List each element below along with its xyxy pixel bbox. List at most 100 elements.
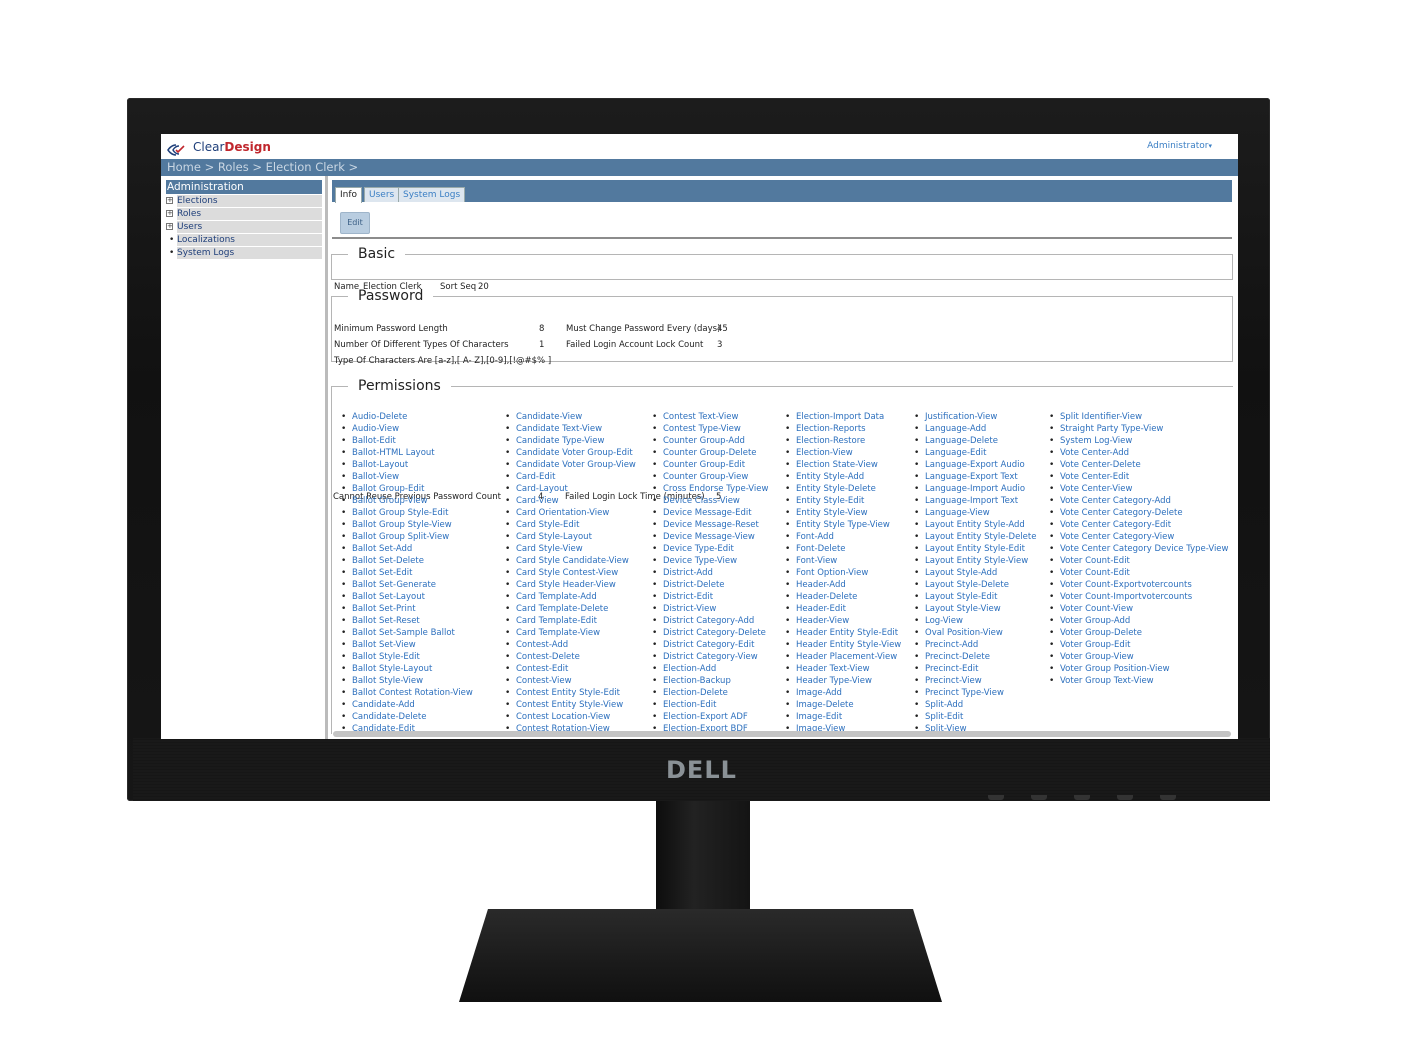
permission-link[interactable]: Ballot Contest Rotation-View <box>334 687 473 699</box>
permission-link[interactable]: Font Option-View <box>778 567 901 579</box>
permission-link[interactable]: Voter Group Text-View <box>1042 675 1229 687</box>
permission-link[interactable]: Header-View <box>778 615 901 627</box>
horizontal-scrollbar[interactable] <box>333 731 1231 737</box>
permission-link[interactable]: Voter Group-Delete <box>1042 627 1229 639</box>
permission-link[interactable]: Precinct Type-View <box>907 687 1036 699</box>
permission-link[interactable]: District-View <box>645 603 768 615</box>
permission-link[interactable]: Precinct-Edit <box>907 663 1036 675</box>
permission-link[interactable]: Precinct-View <box>907 675 1036 687</box>
permission-link[interactable]: Ballot Style-Edit <box>334 651 473 663</box>
permission-link[interactable]: Election-Add <box>645 663 768 675</box>
breadcrumb-roles[interactable]: Roles <box>218 160 249 174</box>
permission-link[interactable]: Vote Center Category Device Type-View <box>1042 543 1229 555</box>
breadcrumb-election-clerk[interactable]: Election Clerk <box>266 160 345 174</box>
permission-link[interactable]: Counter Group-Add <box>645 435 768 447</box>
permission-link[interactable]: Card Template-Add <box>498 591 636 603</box>
permission-link[interactable]: Device Message-Edit <box>645 507 768 519</box>
permission-link[interactable]: Layout Style-Edit <box>907 591 1036 603</box>
permission-link[interactable]: District Category-Add <box>645 615 768 627</box>
permission-link[interactable]: Language-View <box>907 507 1036 519</box>
permission-link[interactable]: Contest Entity Style-Edit <box>498 687 636 699</box>
permission-link[interactable]: Header Text-View <box>778 663 901 675</box>
permission-link[interactable]: Precinct-Delete <box>907 651 1036 663</box>
permission-link[interactable]: Candidate Voter Group-Edit <box>498 447 636 459</box>
permission-link[interactable]: Layout Entity Style-View <box>907 555 1036 567</box>
permission-link[interactable]: Device Message-Reset <box>645 519 768 531</box>
permission-link[interactable]: Layout Style-Add <box>907 567 1036 579</box>
permission-link[interactable]: Card Style Contest-View <box>498 567 636 579</box>
permission-link[interactable]: Card Template-Delete <box>498 603 636 615</box>
permission-link[interactable]: Contest-Delete <box>498 651 636 663</box>
permission-link[interactable]: Voter Group-Add <box>1042 615 1229 627</box>
permission-link[interactable]: Election-Reports <box>778 423 901 435</box>
permission-link[interactable]: Card-Layout <box>498 483 636 495</box>
permission-link[interactable]: Header Type-View <box>778 675 901 687</box>
permission-link[interactable]: Election-Delete <box>645 687 768 699</box>
permission-link[interactable]: Card-View <box>498 495 636 507</box>
permission-link[interactable]: Counter Group-View <box>645 471 768 483</box>
permission-link[interactable]: Cross Endorse Type-View <box>645 483 768 495</box>
permission-link[interactable]: Log-View <box>907 615 1036 627</box>
permission-link[interactable]: Candidate Type-View <box>498 435 636 447</box>
sidebar-item-localizations[interactable]: • Localizations <box>166 234 322 246</box>
permission-link[interactable]: Ballot Set-Add <box>334 543 473 555</box>
permission-link[interactable]: Vote Center Category-View <box>1042 531 1229 543</box>
permission-link[interactable]: District-Delete <box>645 579 768 591</box>
permission-link[interactable]: Ballot-Layout <box>334 459 473 471</box>
permission-link[interactable]: Card Template-View <box>498 627 636 639</box>
permission-link[interactable]: Layout Style-Delete <box>907 579 1036 591</box>
permission-link[interactable]: Header Entity Style-View <box>778 639 901 651</box>
permission-link[interactable]: Voter Count-Edit <box>1042 567 1229 579</box>
permission-link[interactable]: Device Class-View <box>645 495 768 507</box>
permission-link[interactable]: Header-Add <box>778 579 901 591</box>
permission-link[interactable]: Language-Edit <box>907 447 1036 459</box>
permission-link[interactable]: Counter Group-Delete <box>645 447 768 459</box>
permission-link[interactable]: Entity Style-Add <box>778 471 901 483</box>
permission-link[interactable]: Language-Add <box>907 423 1036 435</box>
app-logo[interactable]: ClearDesign <box>167 140 271 156</box>
permission-link[interactable]: Candidate-View <box>498 411 636 423</box>
monitor-button[interactable] <box>988 795 1004 800</box>
permission-link[interactable]: Language-Delete <box>907 435 1036 447</box>
permission-link[interactable]: Contest Location-View <box>498 711 636 723</box>
permission-link[interactable]: Contest Text-View <box>645 411 768 423</box>
permission-link[interactable]: Card Style-Layout <box>498 531 636 543</box>
permission-link[interactable]: District-Add <box>645 567 768 579</box>
permission-link[interactable]: Language-Import Text <box>907 495 1036 507</box>
permission-link[interactable]: Image-Edit <box>778 711 901 723</box>
permission-link[interactable]: Voter Count-Exportvotercounts <box>1042 579 1229 591</box>
permission-link[interactable]: Ballot Set-Print <box>334 603 473 615</box>
permission-link[interactable]: Ballot Group Style-View <box>334 519 473 531</box>
permission-link[interactable]: Entity Style-Edit <box>778 495 901 507</box>
permission-link[interactable]: Font-Add <box>778 531 901 543</box>
permission-link[interactable]: Ballot Set-Delete <box>334 555 473 567</box>
permission-link[interactable]: Image-Delete <box>778 699 901 711</box>
permission-link[interactable]: Ballot Style-Layout <box>334 663 473 675</box>
permission-link[interactable]: System Log-View <box>1042 435 1229 447</box>
permission-link[interactable]: Entity Style-View <box>778 507 901 519</box>
monitor-button[interactable] <box>1117 795 1133 800</box>
permission-link[interactable]: Ballot-Edit <box>334 435 473 447</box>
permission-link[interactable]: Vote Center-Add <box>1042 447 1229 459</box>
permission-link[interactable]: Entity Style-Delete <box>778 483 901 495</box>
permission-link[interactable]: District Category-Edit <box>645 639 768 651</box>
edit-button[interactable]: Edit <box>340 212 370 234</box>
permission-link[interactable]: Header Entity Style-Edit <box>778 627 901 639</box>
permission-link[interactable]: Election-Export ADF <box>645 711 768 723</box>
permission-link[interactable]: Font-View <box>778 555 901 567</box>
permission-link[interactable]: Device Type-Edit <box>645 543 768 555</box>
permission-link[interactable]: Card Template-Edit <box>498 615 636 627</box>
permission-link[interactable]: Device Type-View <box>645 555 768 567</box>
permission-link[interactable]: Precinct-Add <box>907 639 1036 651</box>
permission-link[interactable]: Image-Add <box>778 687 901 699</box>
permission-link[interactable]: Candidate-Add <box>334 699 473 711</box>
permission-link[interactable]: Split-Add <box>907 699 1036 711</box>
permission-link[interactable]: Ballot Set-Edit <box>334 567 473 579</box>
permission-link[interactable]: Ballot Set-Layout <box>334 591 473 603</box>
permission-link[interactable]: District-Edit <box>645 591 768 603</box>
permission-link[interactable]: Layout Entity Style-Delete <box>907 531 1036 543</box>
permission-link[interactable]: Ballot Set-Sample Ballot <box>334 627 473 639</box>
permission-link[interactable]: Layout Entity Style-Add <box>907 519 1036 531</box>
permission-link[interactable]: Header-Edit <box>778 603 901 615</box>
monitor-button[interactable] <box>1031 795 1047 800</box>
